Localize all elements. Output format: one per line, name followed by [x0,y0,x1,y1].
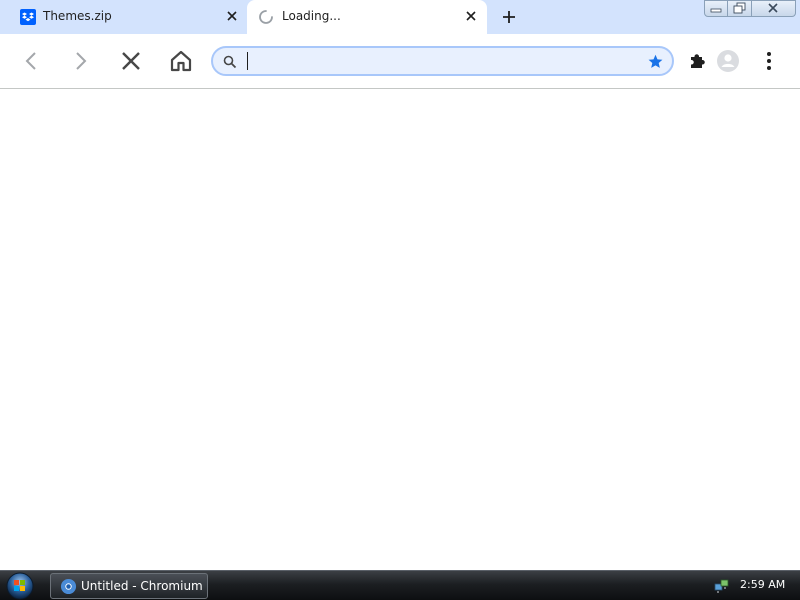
close-tab-icon[interactable] [463,8,479,24]
restore-icon [733,2,746,14]
star-icon[interactable] [647,53,664,70]
tab-strip: Themes.zip Loading... [0,0,800,34]
loading-spinner-icon [259,10,273,24]
clock[interactable]: 2:59 AM [740,578,785,591]
screen: Themes.zip Loading... Untitled - Chromiu… [0,0,800,600]
tab-title: Loading... [282,9,341,23]
taskbar: Untitled - Chromium 2:59 AM [0,570,800,600]
back-icon[interactable] [17,47,45,75]
minimize-button[interactable] [704,0,728,17]
menu-icon[interactable] [755,47,783,75]
search-icon [223,55,237,69]
restore-button[interactable] [728,0,752,17]
close-icon [768,3,778,13]
new-tab-button[interactable] [498,6,520,28]
close-window-button[interactable] [752,0,796,17]
close-tab-icon[interactable] [224,8,240,24]
home-icon[interactable] [167,47,195,75]
dropbox-icon [20,9,36,25]
address-input[interactable] [245,50,635,72]
network-icon[interactable] [713,577,731,595]
tab-title: Themes.zip [43,9,112,23]
extensions-icon[interactable] [683,47,711,75]
profile-icon[interactable] [714,47,742,75]
omnibox[interactable] [211,46,674,76]
forward-icon[interactable] [67,47,95,75]
toolbar [0,34,800,88]
taskbar-window-button[interactable]: Untitled - Chromium [50,573,208,599]
chromium-icon [60,578,77,595]
minimize-icon [710,8,722,13]
text-caret [247,52,248,70]
stop-icon[interactable] [117,47,145,75]
tab-loading[interactable]: Loading... [247,0,487,34]
taskbar-window-title: Untitled - Chromium [81,579,203,593]
page-content [0,89,800,570]
windows-orb-icon[interactable] [4,571,36,600]
tab-themes-zip[interactable]: Themes.zip [8,0,246,34]
